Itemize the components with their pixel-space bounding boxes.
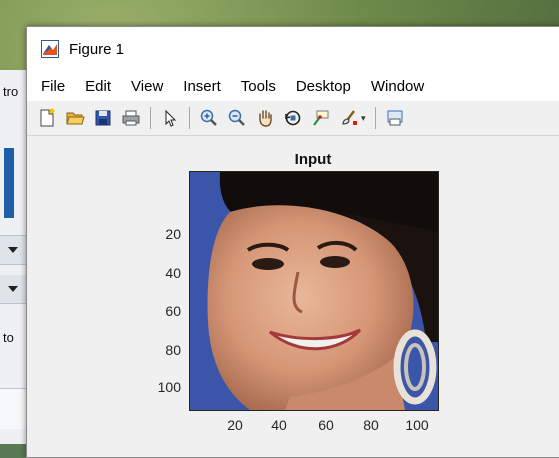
y-tick-label: 80: [165, 342, 181, 358]
figure-window: Figure 1 File Edit View Insert Tools Des…: [26, 26, 559, 458]
toolbar-separator: [150, 107, 151, 129]
menu-tools[interactable]: Tools: [241, 78, 276, 95]
toolbar: ▾: [27, 101, 559, 136]
zoom-in-icon[interactable]: [198, 107, 220, 129]
x-tick-label: 80: [363, 417, 379, 433]
menu-edit[interactable]: Edit: [85, 78, 111, 95]
figure-canvas: Input 20 40 60 80 100 20 40 60 80 100: [27, 137, 559, 457]
image-axes[interactable]: [189, 171, 439, 411]
face-image: [190, 172, 438, 410]
title-bar[interactable]: Figure 1: [27, 27, 559, 71]
save-icon[interactable]: [92, 107, 114, 129]
pointer-icon[interactable]: [159, 107, 181, 129]
background-window-tab[interactable]: [4, 148, 14, 218]
chevron-down-icon: [8, 286, 18, 292]
x-tick-label: 60: [318, 417, 334, 433]
toolbar-separator: [189, 107, 190, 129]
window-title: Figure 1: [69, 40, 125, 58]
print-preview-icon[interactable]: [384, 107, 406, 129]
toolbar-separator: [374, 107, 376, 129]
y-tick-label: 20: [165, 226, 181, 242]
y-tick-label: 100: [157, 379, 181, 395]
chevron-down-icon: [8, 247, 18, 253]
menu-desktop[interactable]: Desktop: [296, 78, 351, 95]
menu-window[interactable]: Window: [371, 78, 424, 95]
menu-bar: File Edit View Insert Tools Desktop Wind…: [27, 71, 559, 101]
chevron-down-icon[interactable]: ▾: [361, 113, 366, 124]
background-window-text-top: tro: [3, 84, 19, 99]
y-tick-label: 40: [165, 265, 181, 281]
zoom-out-icon[interactable]: [226, 107, 248, 129]
data-cursor-icon[interactable]: [310, 107, 332, 129]
y-tick-label: 60: [165, 303, 181, 319]
open-file-icon[interactable]: [64, 107, 86, 129]
print-icon[interactable]: [120, 107, 142, 129]
pan-hand-icon[interactable]: [254, 107, 276, 129]
plot-title: Input: [294, 151, 332, 168]
rotate-3d-icon[interactable]: [282, 107, 304, 129]
x-tick-label: 20: [227, 417, 243, 433]
x-tick-label: 100: [405, 417, 429, 433]
x-tick-label: 40: [271, 417, 287, 433]
menu-insert[interactable]: Insert: [183, 78, 221, 95]
brush-icon[interactable]: [338, 107, 360, 129]
new-figure-icon[interactable]: [36, 107, 58, 129]
menu-file[interactable]: File: [41, 78, 65, 95]
menu-view[interactable]: View: [131, 78, 163, 95]
matlab-figure-icon: [41, 40, 59, 58]
background-window-text-mid: to: [3, 330, 14, 345]
